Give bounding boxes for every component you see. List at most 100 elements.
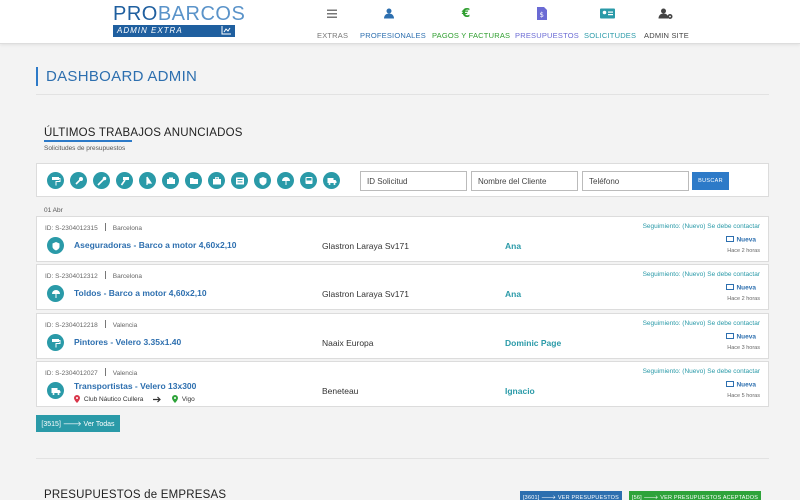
nav-label: ADMIN SITE [644, 31, 689, 40]
briefcase-icon[interactable] [208, 172, 225, 189]
nav-label: PROFESIONALES [360, 31, 426, 40]
separator [104, 368, 106, 376]
section-title: PRESUPUESTOS de EMPRESAS [44, 489, 227, 500]
logo[interactable]: PROBARCOS ADMIN EXTRA [113, 3, 245, 37]
status-text: Nueva [736, 333, 756, 341]
nav-presupuestos[interactable]: $ PRESUPUESTOS [515, 6, 579, 42]
view-budgets-button[interactable]: [3601] 🡒 VER PRESUPUESTOS [520, 491, 622, 500]
wrench-icon[interactable] [70, 172, 87, 189]
route-destination: Vigo [181, 395, 195, 403]
nav-extras[interactable]: EXTRAS [317, 6, 349, 42]
divider [36, 458, 769, 459]
card-tag-icon [726, 333, 735, 339]
time-ago: Hace 2 horas [727, 296, 760, 302]
followup-status: Seguimiento: (Nuevo) Se debe contactar [642, 368, 760, 375]
bus-icon[interactable] [300, 172, 317, 189]
route: Club Náutico Cullera Vigo [74, 395, 195, 403]
euro-icon: € [461, 6, 471, 20]
boat-model: Glastron Laraya Sv171 [322, 241, 409, 251]
nav-label: PRESUPUESTOS [515, 31, 579, 40]
request-title-link[interactable]: Aseguradoras - Barco a motor 4,60x2,10 [74, 240, 237, 250]
parasol-icon[interactable] [277, 172, 294, 189]
search-button[interactable]: BUSCAR [692, 172, 729, 190]
folder-icon[interactable] [185, 172, 202, 189]
status-text: Nueva [736, 284, 756, 292]
users-icon [384, 8, 394, 19]
request-card[interactable]: ID: S-2304012027 Valencia Transportistas … [36, 361, 769, 407]
client-name-link[interactable]: Ana [505, 241, 521, 251]
request-id: ID: S-2304012218 Valencia [45, 320, 137, 329]
client-name-link[interactable]: Dominic Page [505, 338, 561, 348]
logo-primary: PRO [113, 3, 158, 25]
view-all-button[interactable]: [3515] 🡒 Ver Todas [36, 415, 120, 432]
nav-admin-site[interactable]: ADMIN SITE [644, 6, 689, 42]
client-name-link[interactable]: Ignacio [505, 386, 535, 396]
followup-status: Seguimiento: (Nuevo) Se debe contactar [642, 271, 760, 278]
request-city: Valencia [112, 322, 138, 329]
logo-secondary: BARCOS [157, 3, 246, 25]
request-card[interactable]: ID: S-2304012312 Barcelona Toldos - Barco… [36, 264, 769, 310]
request-title-link[interactable]: Toldos - Barco a motor 4,60x2,10 [74, 288, 207, 298]
card-tag-icon [726, 236, 735, 242]
status-badge: Nueva [726, 333, 756, 341]
id-card-icon [599, 8, 615, 19]
status-badge: Nueva [726, 381, 756, 389]
status-badge: Nueva [726, 236, 756, 244]
boat-model: Beneteau [322, 386, 359, 396]
status-text: Nueva [736, 236, 756, 244]
status-text: Nueva [736, 381, 756, 389]
request-card[interactable]: ID: S-2304012315 Barcelona Aseguradoras -… [36, 216, 769, 262]
tools-icon[interactable] [93, 172, 110, 189]
separator [104, 223, 106, 231]
logo-subtitle: ADMIN EXTRA [113, 25, 235, 37]
date-group-label: 01 Abr [44, 207, 63, 214]
time-ago: Hace 3 horas [727, 345, 760, 351]
hammer-icon[interactable] [116, 172, 133, 189]
request-card[interactable]: ID: S-2304012218 Valencia Pintores - Vele… [36, 313, 769, 359]
page-title: DASHBOARD ADMIN [36, 67, 197, 86]
truck-icon[interactable] [323, 172, 340, 189]
electrical-panel-icon[interactable] [231, 172, 248, 189]
truck-icon [47, 382, 64, 399]
card-tag-icon [726, 381, 735, 387]
shield-icon [47, 237, 64, 254]
request-id: ID: S-2304012312 Barcelona [45, 271, 142, 280]
arrow-right-icon [153, 396, 162, 402]
request-id-text: ID: S-2304012218 [45, 322, 98, 329]
request-title-link[interactable]: Pintores - Velero 3.35x1.40 [74, 337, 181, 347]
view-accepted-budgets-button[interactable]: [56] 🡒 VER PRESUPUESTOS ACEPTADOS [629, 491, 761, 500]
section-subtitle: Solicitudes de presupuestos [44, 145, 126, 152]
divider [36, 94, 769, 95]
nav-pagos[interactable]: € PAGOS Y FACTURAS [432, 6, 510, 42]
engine-icon[interactable] [162, 172, 179, 189]
paint-roller-icon[interactable] [47, 172, 64, 189]
client-name-link[interactable]: Ana [505, 289, 521, 299]
logo-text: PROBARCOS [113, 3, 245, 25]
time-ago: Hace 2 horas [727, 248, 760, 254]
request-id-input[interactable] [360, 171, 467, 191]
request-id-text: ID: S-2304012027 [45, 370, 98, 377]
boat-model: Naaix Europa [322, 338, 374, 348]
shield-icon[interactable] [254, 172, 271, 189]
client-name-input[interactable] [471, 171, 578, 191]
status-badge: Nueva [726, 284, 756, 292]
parasol-icon [47, 285, 64, 302]
filter-bar: BUSCAR [36, 163, 769, 197]
request-title-link[interactable]: Transportistas - Velero 13x300 [74, 381, 196, 391]
request-city: Barcelona [112, 273, 143, 280]
request-city: Barcelona [112, 225, 143, 232]
separator [104, 271, 106, 279]
boat-model: Glastron Laraya Sv171 [322, 289, 409, 299]
nav-solicitudes[interactable]: SOLICITUDES [584, 6, 636, 42]
request-id-text: ID: S-2304012312 [45, 273, 98, 280]
section-underline [44, 140, 132, 142]
followup-status: Seguimiento: (Nuevo) Se debe contactar [642, 320, 760, 327]
nav-label: EXTRAS [317, 31, 349, 40]
paint-roller-icon [47, 334, 64, 351]
sail-icon[interactable] [139, 172, 156, 189]
nav-profesionales[interactable]: PROFESIONALES [360, 6, 426, 42]
top-header: PROBARCOS ADMIN EXTRA EXTRAS PROFESIONAL… [0, 0, 800, 44]
followup-status: Seguimiento: (Nuevo) Se debe contactar [642, 223, 760, 230]
phone-input[interactable] [582, 171, 689, 191]
user-gear-icon [658, 8, 672, 19]
